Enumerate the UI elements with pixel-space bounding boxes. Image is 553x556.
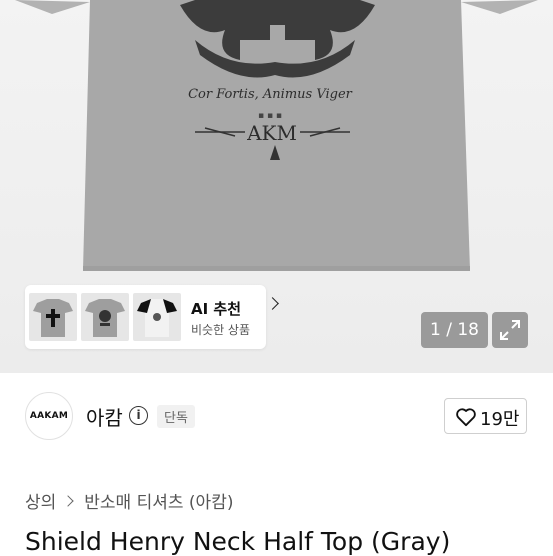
thumbnail-crest-tee[interactable] [81,293,129,341]
chevron-right-icon [62,494,74,507]
thumbnail-cross-tee[interactable] [29,293,77,341]
breadcrumb: 상의 반소매 티셔츠 (아캄) [25,488,233,513]
image-pager: 1 / 18 [421,312,488,348]
breadcrumb-item[interactable]: 반소매 티셔츠 (아캄) [84,488,233,513]
product-title: Shield Henry Neck Half Top (Gray) [25,527,451,556]
print-line1: Cor Fortis, Animus Viger [188,87,353,102]
thumbnail-raglan-tee[interactable] [133,293,181,341]
product-image-area[interactable]: Cor Fortis, Animus Viger ▪ ▪ ▪ AKM AI 추천… [0,0,553,373]
breadcrumb-item[interactable]: 상의 [25,488,56,513]
expand-icon[interactable] [492,312,528,348]
heart-icon [456,408,476,427]
svg-text:▪ ▪ ▪: ▪ ▪ ▪ [258,111,282,121]
ai-recommend-title: AI 추천 [191,300,242,318]
like-count: 19만 [480,409,520,430]
shop-name[interactable]: 아캄 [86,402,123,431]
exclusive-badge: 단독 [157,405,195,428]
ai-recommend-subtitle: 비슷한 상품 [191,323,251,337]
info-icon[interactable]: i [129,406,148,425]
print-line2: AKM [246,121,297,145]
shop-logo[interactable]: AAKAM [25,392,73,440]
like-button[interactable]: 19만 [444,398,527,434]
ai-recommend-card[interactable]: AI 추천 비슷한 상품 [25,285,279,349]
